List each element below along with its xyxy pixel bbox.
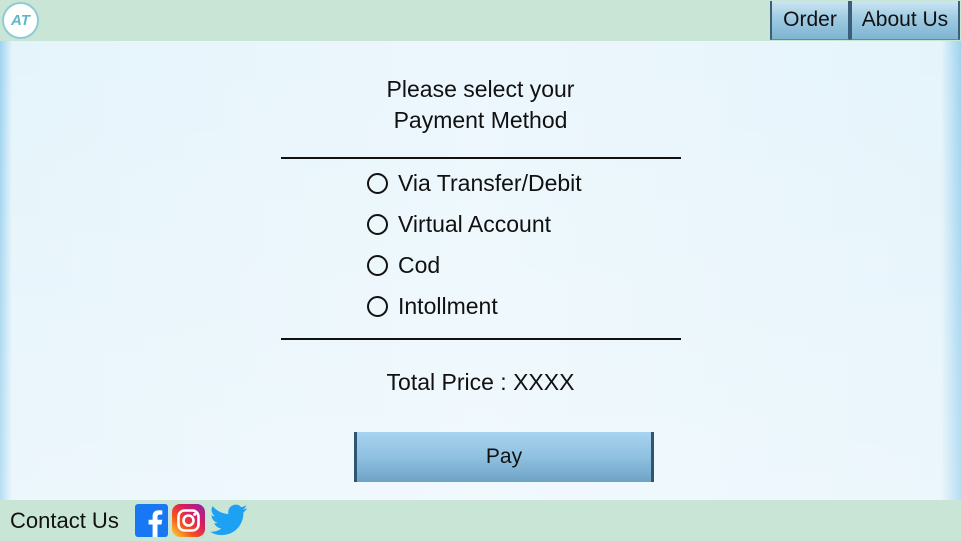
- pay-button[interactable]: Pay: [354, 432, 654, 482]
- order-nav-button[interactable]: Order: [770, 1, 850, 40]
- instagram-icon[interactable]: [172, 504, 205, 537]
- footer-bar: Contact Us: [0, 500, 961, 541]
- radio-button[interactable]: [367, 213, 388, 235]
- contact-us-label: Contact Us: [10, 508, 119, 533]
- payment-option-label: Intollment: [398, 292, 498, 319]
- total-price: Total Price : XXXX: [386, 369, 575, 395]
- logo-text: AT: [11, 12, 30, 29]
- divider-bottom: [281, 338, 681, 340]
- top-navigation-bar: AT Order About Us: [0, 0, 961, 41]
- page-heading-line-2: Payment Method: [393, 107, 568, 133]
- payment-option-cod[interactable]: Cod: [367, 250, 440, 280]
- payment-option-via-transfer-debit[interactable]: Via Transfer/Debit: [367, 168, 582, 198]
- payment-option-intollment[interactable]: Intollment: [367, 291, 498, 321]
- radio-button[interactable]: [367, 172, 388, 194]
- facebook-icon[interactable]: [135, 504, 168, 537]
- page-heading-line-1: Please select your: [386, 76, 575, 102]
- order-nav-label: Order: [783, 8, 837, 31]
- payment-option-label: Cod: [398, 251, 441, 278]
- about-us-nav-button[interactable]: About Us: [850, 1, 960, 40]
- divider-top: [281, 157, 681, 159]
- radio-button[interactable]: [367, 254, 388, 276]
- about-us-nav-label: About Us: [861, 8, 949, 31]
- radio-button[interactable]: [367, 295, 388, 317]
- payment-option-virtual-account[interactable]: Virtual Account: [367, 209, 551, 239]
- pay-button-label: Pay: [485, 445, 523, 468]
- payment-option-label: Via Transfer/Debit: [398, 169, 582, 196]
- twitter-icon[interactable]: [210, 504, 248, 537]
- logo[interactable]: AT: [2, 2, 39, 39]
- payment-option-label: Virtual Account: [398, 210, 552, 237]
